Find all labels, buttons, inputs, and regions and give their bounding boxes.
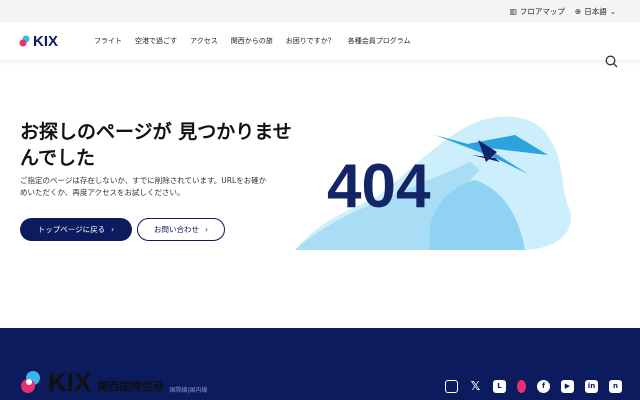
nav-item-access[interactable]: アクセス (190, 36, 218, 46)
nav-item-travel[interactable]: 関西からの旅 (231, 36, 273, 46)
page-title: お探しのページが 見つかりませんでした (20, 121, 292, 169)
logo-mark-icon (21, 371, 40, 393)
note-icon[interactable]: n (609, 380, 622, 393)
floor-map-link[interactable]: ▥ フロアマップ (510, 6, 565, 17)
line-icon[interactable]: L (493, 380, 506, 393)
nav-item-membership[interactable]: 各種会員プログラム (348, 36, 411, 46)
search-icon[interactable] (605, 55, 618, 68)
x-icon[interactable]: 𝕏 (469, 380, 482, 393)
footer-logo[interactable]: KIX 関西国際空港 国際線|国内線 (20, 369, 207, 395)
language-selector[interactable]: ⊕ 日本語 ⌄ (575, 6, 616, 17)
kix-character-icon[interactable] (517, 380, 526, 393)
globe-icon: ⊕ (574, 6, 582, 16)
facebook-icon[interactable]: f (537, 380, 550, 393)
error-description: ご指定のページは存在しないか、すでに削除されています。URLをお確かめいただくか… (20, 176, 267, 197)
contact-button[interactable]: お問い合わせ › (137, 218, 225, 241)
main-header: KIX フライト 空港で過ごす アクセス 関西からの旅 お困りですか？ 各種会員… (0, 22, 640, 68)
kix-logo[interactable]: KIX (19, 33, 58, 50)
404-illustration: 404 (295, 116, 571, 250)
chevron-right-icon: › (205, 225, 208, 234)
map-icon: ▥ (509, 6, 517, 16)
youtube-icon[interactable]: ▶ (561, 380, 574, 393)
chevron-down-icon: ⌄ (609, 6, 616, 16)
linkedin-icon[interactable]: in (585, 380, 598, 393)
logo-mark-icon (19, 35, 30, 47)
utility-bar: ▥ フロアマップ ⊕ 日本語 ⌄ (0, 0, 640, 22)
social-links: 𝕏 L f ▶ in n (445, 380, 622, 393)
nav-item-flight[interactable]: フライト (94, 36, 122, 46)
nav-item-help[interactable]: お困りですか？ (286, 36, 335, 46)
error-code: 404 (327, 152, 431, 221)
main-nav: フライト 空港で過ごす アクセス 関西からの旅 お困りですか？ 各種会員プログラ… (94, 36, 411, 46)
nav-item-airport[interactable]: 空港で過ごす (135, 36, 177, 46)
instagram-icon[interactable] (445, 380, 458, 393)
chevron-right-icon: › (111, 225, 115, 234)
home-button[interactable]: トップページに戻る › (20, 218, 132, 241)
